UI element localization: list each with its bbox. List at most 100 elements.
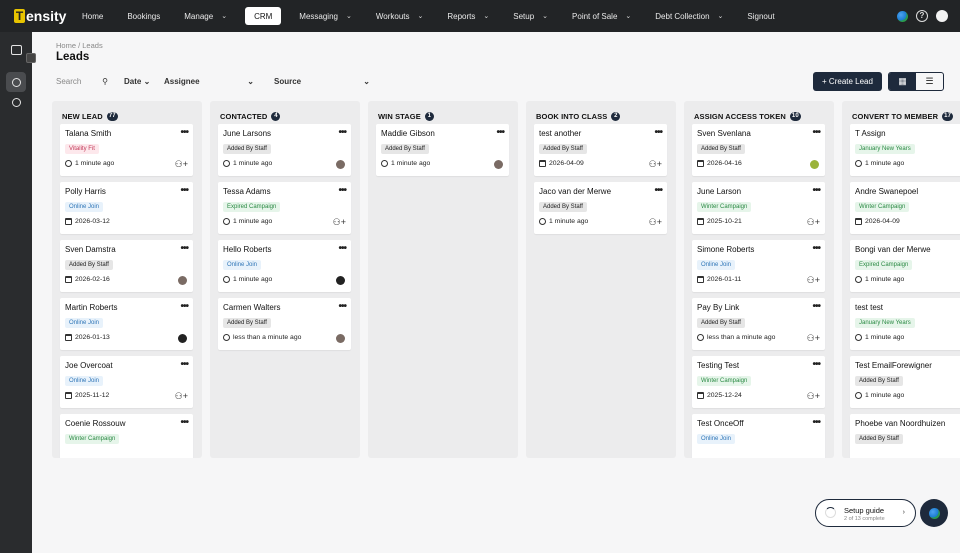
create-lead-button[interactable]: + Create Lead	[813, 72, 882, 91]
more-icon[interactable]: •••	[338, 243, 346, 254]
lead-card[interactable]: June Larson ••• Winter Campaign 2025-10-21 ⚇…	[692, 182, 825, 234]
assistant-button[interactable]	[920, 499, 948, 527]
more-icon[interactable]: •••	[812, 417, 820, 428]
assignee-avatar[interactable]	[810, 160, 819, 169]
more-icon[interactable]: •••	[338, 185, 346, 196]
lead-name[interactable]: June Larson	[697, 187, 741, 196]
assignee-avatar[interactable]	[178, 276, 187, 285]
assign-user-icon[interactable]: ⚇+	[807, 217, 820, 228]
nav-item-home[interactable]: Home	[82, 0, 103, 32]
list-view-icon[interactable]: ☰	[916, 73, 943, 90]
more-icon[interactable]: •••	[812, 185, 820, 196]
lead-name[interactable]: Andre Swanepoel	[855, 187, 918, 196]
lead-name[interactable]: Sven Svenlana	[697, 129, 751, 138]
search-icon[interactable]: ⚲	[102, 77, 108, 86]
more-icon[interactable]: •••	[180, 185, 188, 196]
nav-item-point-of-sale[interactable]: Point of Sale ⌄	[572, 0, 631, 32]
lead-card[interactable]: June Larsons ••• Added By Staff 1 minute ag…	[218, 124, 351, 176]
lead-card[interactable]: Jaco van der Merwe ••• Added By Staff 1 min…	[534, 182, 667, 234]
board-view-icon[interactable]: ▦	[889, 73, 916, 90]
more-icon[interactable]: •••	[180, 243, 188, 254]
assign-user-icon[interactable]: ⚇+	[333, 217, 346, 228]
lead-card[interactable]: Tessa Adams ••• Expired Campaign 1 minute a…	[218, 182, 351, 234]
assignee-avatar[interactable]	[178, 334, 187, 343]
nav-item-workouts[interactable]: Workouts ⌄	[376, 0, 424, 32]
lead-name[interactable]: Polly Harris	[65, 187, 106, 196]
lead-name[interactable]: Testing Test	[697, 361, 739, 370]
lead-card[interactable]: Sven Svenlana ••• Added By Staff 2026-04-16	[692, 124, 825, 176]
more-icon[interactable]: •••	[496, 127, 504, 138]
lead-card[interactable]: Hello Roberts ••• Online Join 1 minute ago	[218, 240, 351, 292]
lead-name[interactable]: Coenie Rossouw	[65, 419, 125, 428]
date-filter[interactable]: Date ⌄	[114, 77, 154, 86]
lead-card[interactable]: Andre Swanepoel•••Winter Campaign2026-04…	[850, 182, 960, 234]
sidebar-collapse-icon[interactable]	[26, 53, 36, 63]
assign-user-icon[interactable]: ⚇+	[649, 217, 662, 228]
sidebar-leads-icon[interactable]	[6, 72, 26, 92]
assign-user-icon[interactable]: ⚇+	[807, 333, 820, 344]
assign-user-icon[interactable]: ⚇+	[649, 159, 662, 170]
assignee-avatar[interactable]	[494, 160, 503, 169]
more-icon[interactable]: •••	[180, 301, 188, 312]
globe-icon[interactable]	[897, 10, 908, 22]
lead-name[interactable]: Joe Overcoat	[65, 361, 113, 370]
nav-item-bookings[interactable]: Bookings	[127, 0, 160, 32]
lead-card[interactable]: Maddie Gibson ••• Added By Staff 1 minute a…	[376, 124, 509, 176]
help-icon[interactable]: ?	[916, 10, 928, 22]
lead-card[interactable]: test test•••January New Years1 minute ag…	[850, 298, 960, 350]
setup-guide-button[interactable]: Setup guide 2 of 13 complete ›	[815, 499, 916, 527]
lead-name[interactable]: Maddie Gibson	[381, 129, 435, 138]
more-icon[interactable]: •••	[338, 301, 346, 312]
lead-name[interactable]: Simone Roberts	[697, 245, 754, 254]
sidebar-home-icon[interactable]	[6, 40, 26, 60]
lead-card[interactable]: Bongi van der Merwe•••Expired Campaign1 …	[850, 240, 960, 292]
more-icon[interactable]: •••	[338, 127, 346, 138]
more-icon[interactable]: •••	[812, 127, 820, 138]
more-icon[interactable]: •••	[180, 417, 188, 428]
lead-name[interactable]: Talana Smith	[65, 129, 111, 138]
lead-card[interactable]: T Assign•••January New Years1 minute ago	[850, 124, 960, 176]
assignee-avatar[interactable]	[336, 276, 345, 285]
lead-card[interactable]: Coenie Rossouw ••• Winter Campaign	[60, 414, 193, 458]
lead-card[interactable]: Joe Overcoat ••• Online Join 2025-11-12 ⚇+	[60, 356, 193, 408]
more-icon[interactable]: •••	[180, 359, 188, 370]
lead-card[interactable]: Sven Damstra ••• Added By Staff 2026-02-16	[60, 240, 193, 292]
lead-card[interactable]: Polly Harris ••• Online Join 2026-03-12	[60, 182, 193, 234]
more-icon[interactable]: •••	[812, 359, 820, 370]
lead-name[interactable]: June Larsons	[223, 129, 271, 138]
search-input[interactable]: Search ⚲	[50, 72, 114, 90]
assign-user-icon[interactable]: ⚇+	[175, 391, 188, 402]
nav-item-manage[interactable]: Manage ⌄	[184, 0, 227, 32]
lead-card[interactable]: Talana Smith ••• Vitality Fit 1 minute ago ⚇…	[60, 124, 193, 176]
assign-user-icon[interactable]: ⚇+	[807, 391, 820, 402]
nav-item-reports[interactable]: Reports ⌄	[447, 0, 489, 32]
assign-user-icon[interactable]: ⚇+	[175, 159, 188, 170]
more-icon[interactable]: •••	[180, 127, 188, 138]
source-filter[interactable]: Source ⌄	[264, 77, 370, 86]
assignee-filter[interactable]: Assignee ⌄	[154, 77, 260, 86]
more-icon[interactable]: •••	[812, 301, 820, 312]
lead-name[interactable]: Sven Damstra	[65, 245, 116, 254]
lead-card[interactable]: Test OnceOff ••• Online Join	[692, 414, 825, 458]
lead-name[interactable]: Phoebe van Noordhuizen	[855, 419, 945, 428]
nav-item-debt-collection[interactable]: Debt Collection ⌄	[655, 0, 723, 32]
more-icon[interactable]: •••	[654, 185, 662, 196]
nav-item-messaging[interactable]: Messaging ⌄	[299, 0, 352, 32]
brand-logo[interactable]: T ensity	[0, 0, 70, 32]
lead-name[interactable]: Pay By Link	[697, 303, 739, 312]
lead-card[interactable]: Carmen Walters ••• Added By Staff less than…	[218, 298, 351, 350]
assignee-avatar[interactable]	[336, 334, 345, 343]
lead-card[interactable]: test another ••• Added By Staff 2026-04-09 ⚇…	[534, 124, 667, 176]
more-icon[interactable]: •••	[654, 127, 662, 138]
lead-card[interactable]: Phoebe van Noordhuizen•••Added By Staff	[850, 414, 960, 458]
lead-name[interactable]: test another	[539, 129, 581, 138]
sidebar-history-icon[interactable]	[6, 92, 26, 112]
more-icon[interactable]: •••	[812, 243, 820, 254]
lead-name[interactable]: Carmen Walters	[223, 303, 281, 312]
lead-name[interactable]: Hello Roberts	[223, 245, 271, 254]
lead-name[interactable]: T Assign	[855, 129, 886, 138]
user-avatar[interactable]	[936, 10, 948, 22]
lead-name[interactable]: Jaco van der Merwe	[539, 187, 611, 196]
breadcrumb[interactable]: Home / Leads	[56, 41, 103, 50]
lead-name[interactable]: test test	[855, 303, 883, 312]
